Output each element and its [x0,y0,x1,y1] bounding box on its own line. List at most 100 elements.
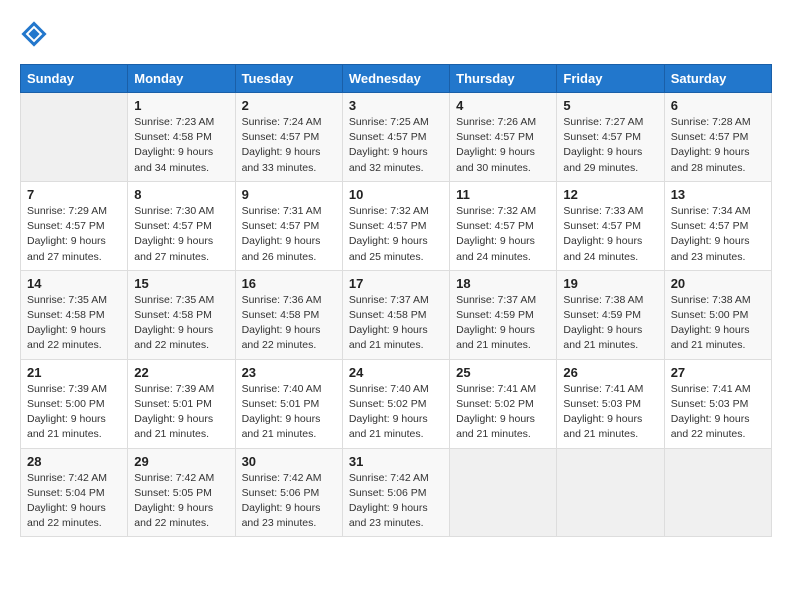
day-info: Sunrise: 7:34 AMSunset: 4:57 PMDaylight:… [671,204,765,265]
day-number: 20 [671,276,765,291]
calendar-cell: 10 Sunrise: 7:32 AMSunset: 4:57 PMDayligh… [342,181,449,270]
day-number: 23 [242,365,336,380]
day-info: Sunrise: 7:42 AMSunset: 5:06 PMDaylight:… [349,471,443,532]
calendar-week-3: 14 Sunrise: 7:35 AMSunset: 4:58 PMDayligh… [21,270,772,359]
day-number: 17 [349,276,443,291]
day-number: 13 [671,187,765,202]
weekday-header-friday: Friday [557,65,664,93]
calendar-cell: 29 Sunrise: 7:42 AMSunset: 5:05 PMDayligh… [128,448,235,537]
day-number: 21 [27,365,121,380]
day-info: Sunrise: 7:24 AMSunset: 4:57 PMDaylight:… [242,115,336,176]
calendar-cell [664,448,771,537]
day-info: Sunrise: 7:36 AMSunset: 4:58 PMDaylight:… [242,293,336,354]
day-info: Sunrise: 7:28 AMSunset: 4:57 PMDaylight:… [671,115,765,176]
day-number: 31 [349,454,443,469]
calendar-cell: 21 Sunrise: 7:39 AMSunset: 5:00 PMDayligh… [21,359,128,448]
day-info: Sunrise: 7:40 AMSunset: 5:01 PMDaylight:… [242,382,336,443]
calendar-cell: 16 Sunrise: 7:36 AMSunset: 4:58 PMDayligh… [235,270,342,359]
day-info: Sunrise: 7:39 AMSunset: 5:01 PMDaylight:… [134,382,228,443]
day-number: 12 [563,187,657,202]
day-number: 6 [671,98,765,113]
calendar-week-1: 1Sunrise: 7:23 AMSunset: 4:58 PMDaylight… [21,93,772,182]
calendar-cell: 15 Sunrise: 7:35 AMSunset: 4:58 PMDayligh… [128,270,235,359]
calendar-cell: 18 Sunrise: 7:37 AMSunset: 4:59 PMDayligh… [450,270,557,359]
day-info: Sunrise: 7:33 AMSunset: 4:57 PMDaylight:… [563,204,657,265]
day-info: Sunrise: 7:26 AMSunset: 4:57 PMDaylight:… [456,115,550,176]
logo [20,20,52,48]
day-info: Sunrise: 7:32 AMSunset: 4:57 PMDaylight:… [349,204,443,265]
day-number: 3 [349,98,443,113]
day-number: 19 [563,276,657,291]
day-info: Sunrise: 7:37 AMSunset: 4:59 PMDaylight:… [456,293,550,354]
day-number: 16 [242,276,336,291]
calendar-cell: 25 Sunrise: 7:41 AMSunset: 5:02 PMDayligh… [450,359,557,448]
day-number: 14 [27,276,121,291]
day-info: Sunrise: 7:42 AMSunset: 5:06 PMDaylight:… [242,471,336,532]
calendar-cell: 8 Sunrise: 7:30 AMSunset: 4:57 PMDaylight… [128,181,235,270]
calendar-cell: 2 Sunrise: 7:24 AMSunset: 4:57 PMDaylight… [235,93,342,182]
calendar-cell: 27Sunrise: 7:41 AMSunset: 5:03 PMDayligh… [664,359,771,448]
day-info: Sunrise: 7:40 AMSunset: 5:02 PMDaylight:… [349,382,443,443]
calendar-cell [557,448,664,537]
day-info: Sunrise: 7:39 AMSunset: 5:00 PMDaylight:… [27,382,121,443]
day-info: Sunrise: 7:35 AMSunset: 4:58 PMDaylight:… [27,293,121,354]
calendar-cell: 30Sunrise: 7:42 AMSunset: 5:06 PMDayligh… [235,448,342,537]
day-info: Sunrise: 7:41 AMSunset: 5:02 PMDaylight:… [456,382,550,443]
calendar-cell: 26 Sunrise: 7:41 AMSunset: 5:03 PMDayligh… [557,359,664,448]
day-number: 28 [27,454,121,469]
day-number: 8 [134,187,228,202]
page-header [20,20,772,48]
day-number: 4 [456,98,550,113]
calendar-cell: 5Sunrise: 7:27 AMSunset: 4:57 PMDaylight… [557,93,664,182]
day-number: 18 [456,276,550,291]
day-number: 1 [134,98,228,113]
calendar-cell: 31 Sunrise: 7:42 AMSunset: 5:06 PMDayligh… [342,448,449,537]
calendar-cell: 22 Sunrise: 7:39 AMSunset: 5:01 PMDayligh… [128,359,235,448]
day-number: 24 [349,365,443,380]
weekday-header-monday: Monday [128,65,235,93]
calendar-cell: 13 Sunrise: 7:34 AMSunset: 4:57 PMDayligh… [664,181,771,270]
logo-icon [20,20,48,48]
day-info: Sunrise: 7:25 AMSunset: 4:57 PMDaylight:… [349,115,443,176]
day-number: 22 [134,365,228,380]
calendar-cell: 17 Sunrise: 7:37 AMSunset: 4:58 PMDayligh… [342,270,449,359]
calendar-body: 1Sunrise: 7:23 AMSunset: 4:58 PMDaylight… [21,93,772,537]
day-info: Sunrise: 7:29 AMSunset: 4:57 PMDaylight:… [27,204,121,265]
day-number: 29 [134,454,228,469]
day-number: 9 [242,187,336,202]
day-number: 27 [671,365,765,380]
calendar-table: SundayMondayTuesdayWednesdayThursdayFrid… [20,64,772,537]
calendar-cell: 24 Sunrise: 7:40 AMSunset: 5:02 PMDayligh… [342,359,449,448]
day-info: Sunrise: 7:38 AMSunset: 5:00 PMDaylight:… [671,293,765,354]
day-info: Sunrise: 7:32 AMSunset: 4:57 PMDaylight:… [456,204,550,265]
calendar-header: SundayMondayTuesdayWednesdayThursdayFrid… [21,65,772,93]
calendar-week-2: 7Sunrise: 7:29 AMSunset: 4:57 PMDaylight… [21,181,772,270]
day-info: Sunrise: 7:37 AMSunset: 4:58 PMDaylight:… [349,293,443,354]
day-number: 25 [456,365,550,380]
calendar-cell: 20 Sunrise: 7:38 AMSunset: 5:00 PMDayligh… [664,270,771,359]
day-number: 15 [134,276,228,291]
day-number: 10 [349,187,443,202]
calendar-cell: 14 Sunrise: 7:35 AMSunset: 4:58 PMDayligh… [21,270,128,359]
calendar-cell: 1Sunrise: 7:23 AMSunset: 4:58 PMDaylight… [128,93,235,182]
day-info: Sunrise: 7:42 AMSunset: 5:05 PMDaylight:… [134,471,228,532]
calendar-cell: 11Sunrise: 7:32 AMSunset: 4:57 PMDayligh… [450,181,557,270]
calendar-cell: 19Sunrise: 7:38 AMSunset: 4:59 PMDayligh… [557,270,664,359]
day-number: 2 [242,98,336,113]
calendar-cell: 4 Sunrise: 7:26 AMSunset: 4:57 PMDaylight… [450,93,557,182]
calendar-week-4: 21 Sunrise: 7:39 AMSunset: 5:00 PMDayligh… [21,359,772,448]
weekday-header-thursday: Thursday [450,65,557,93]
day-info: Sunrise: 7:30 AMSunset: 4:57 PMDaylight:… [134,204,228,265]
calendar-cell: 9Sunrise: 7:31 AMSunset: 4:57 PMDaylight… [235,181,342,270]
weekday-header-row: SundayMondayTuesdayWednesdayThursdayFrid… [21,65,772,93]
calendar-cell: 3 Sunrise: 7:25 AMSunset: 4:57 PMDaylight… [342,93,449,182]
calendar-week-5: 28Sunrise: 7:42 AMSunset: 5:04 PMDayligh… [21,448,772,537]
day-info: Sunrise: 7:35 AMSunset: 4:58 PMDaylight:… [134,293,228,354]
day-info: Sunrise: 7:27 AMSunset: 4:57 PMDaylight:… [563,115,657,176]
calendar-cell: 12 Sunrise: 7:33 AMSunset: 4:57 PMDayligh… [557,181,664,270]
weekday-header-sunday: Sunday [21,65,128,93]
calendar-cell: 7Sunrise: 7:29 AMSunset: 4:57 PMDaylight… [21,181,128,270]
day-number: 26 [563,365,657,380]
calendar-cell [450,448,557,537]
day-info: Sunrise: 7:41 AMSunset: 5:03 PMDaylight:… [563,382,657,443]
